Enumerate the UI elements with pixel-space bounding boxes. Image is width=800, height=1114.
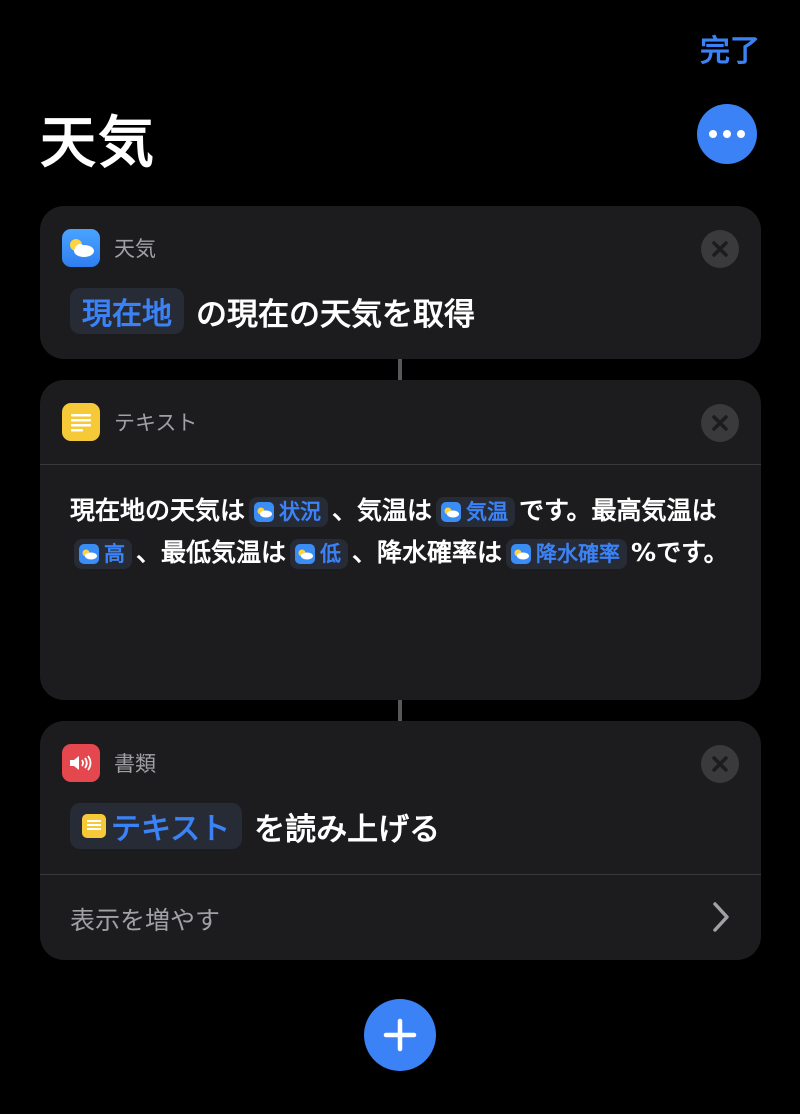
connector-line	[398, 359, 402, 380]
text-variable-token[interactable]: テキスト	[70, 803, 243, 849]
close-icon	[712, 241, 728, 257]
high-token[interactable]: 高	[74, 539, 132, 569]
card-divider	[40, 874, 761, 875]
text-app-icon	[62, 403, 100, 441]
speak-action-card[interactable]: 書類 テキスト を読み上げる 表示を増やす	[40, 721, 761, 960]
location-token[interactable]: 現在地	[70, 288, 184, 334]
weather-action-card[interactable]: 天気 現在地 の現在の天気を取得	[40, 206, 761, 359]
ellipsis-icon	[709, 130, 717, 138]
temperature-token[interactable]: 気温	[436, 497, 516, 527]
condition-token[interactable]: 状況	[249, 497, 329, 527]
text-segment: です。最高気温は	[519, 496, 717, 525]
close-icon	[712, 756, 728, 772]
text-segment: 現在地の天気は	[70, 496, 246, 525]
close-button[interactable]	[701, 230, 739, 268]
text-segment: 、最低気温は	[136, 538, 287, 567]
text-body[interactable]: 現在地の天気は 状況 、気温は 気温 です。最高気温は高、最低気温は低、降水確率は 降水確…	[70, 490, 730, 574]
done-button[interactable]: 完了	[700, 26, 760, 70]
card-divider	[40, 464, 761, 465]
action-text: を読み上げる	[254, 811, 441, 848]
card-header: テキスト	[62, 402, 197, 442]
close-icon	[712, 415, 728, 431]
text-segment: 、気温は	[332, 496, 433, 525]
text-small-icon	[82, 814, 106, 838]
text-segment: %です。	[631, 538, 729, 567]
weather-small-icon	[441, 502, 462, 522]
weather-app-icon	[62, 229, 100, 267]
plus-icon	[383, 1018, 417, 1052]
weather-small-icon	[511, 544, 532, 564]
add-action-button[interactable]	[364, 999, 436, 1071]
text-segment: 、降水確率は	[352, 538, 503, 567]
close-button[interactable]	[701, 404, 739, 442]
low-token[interactable]: 低	[290, 539, 349, 569]
weather-small-icon	[79, 544, 99, 564]
text-action-card[interactable]: テキスト 現在地の天気は 状況 、気温は 気温 です。最高気温は高、最低気温は低、降水確…	[40, 380, 761, 700]
close-button[interactable]	[701, 745, 739, 783]
app-label: 天気	[114, 237, 156, 261]
weather-small-icon	[254, 502, 275, 522]
weather-small-icon	[295, 544, 316, 564]
action-text: の現在の天気を取得	[196, 296, 475, 333]
chevron-right-icon[interactable]	[711, 901, 731, 933]
action-line: テキスト を読み上げる	[70, 803, 440, 849]
app-label: テキスト	[114, 411, 198, 435]
card-header: 書類	[62, 743, 156, 783]
speaker-app-icon	[62, 744, 100, 782]
connector-line	[398, 700, 402, 721]
show-more-button[interactable]: 表示を増やす	[70, 901, 220, 937]
app-label: 書類	[114, 752, 156, 776]
page-title: 天気	[40, 111, 156, 176]
card-header: 天気	[62, 228, 156, 268]
precipitation-token[interactable]: 降水確率	[506, 539, 628, 569]
action-line: 現在地 の現在の天気を取得	[70, 288, 475, 334]
more-button[interactable]	[697, 104, 757, 164]
